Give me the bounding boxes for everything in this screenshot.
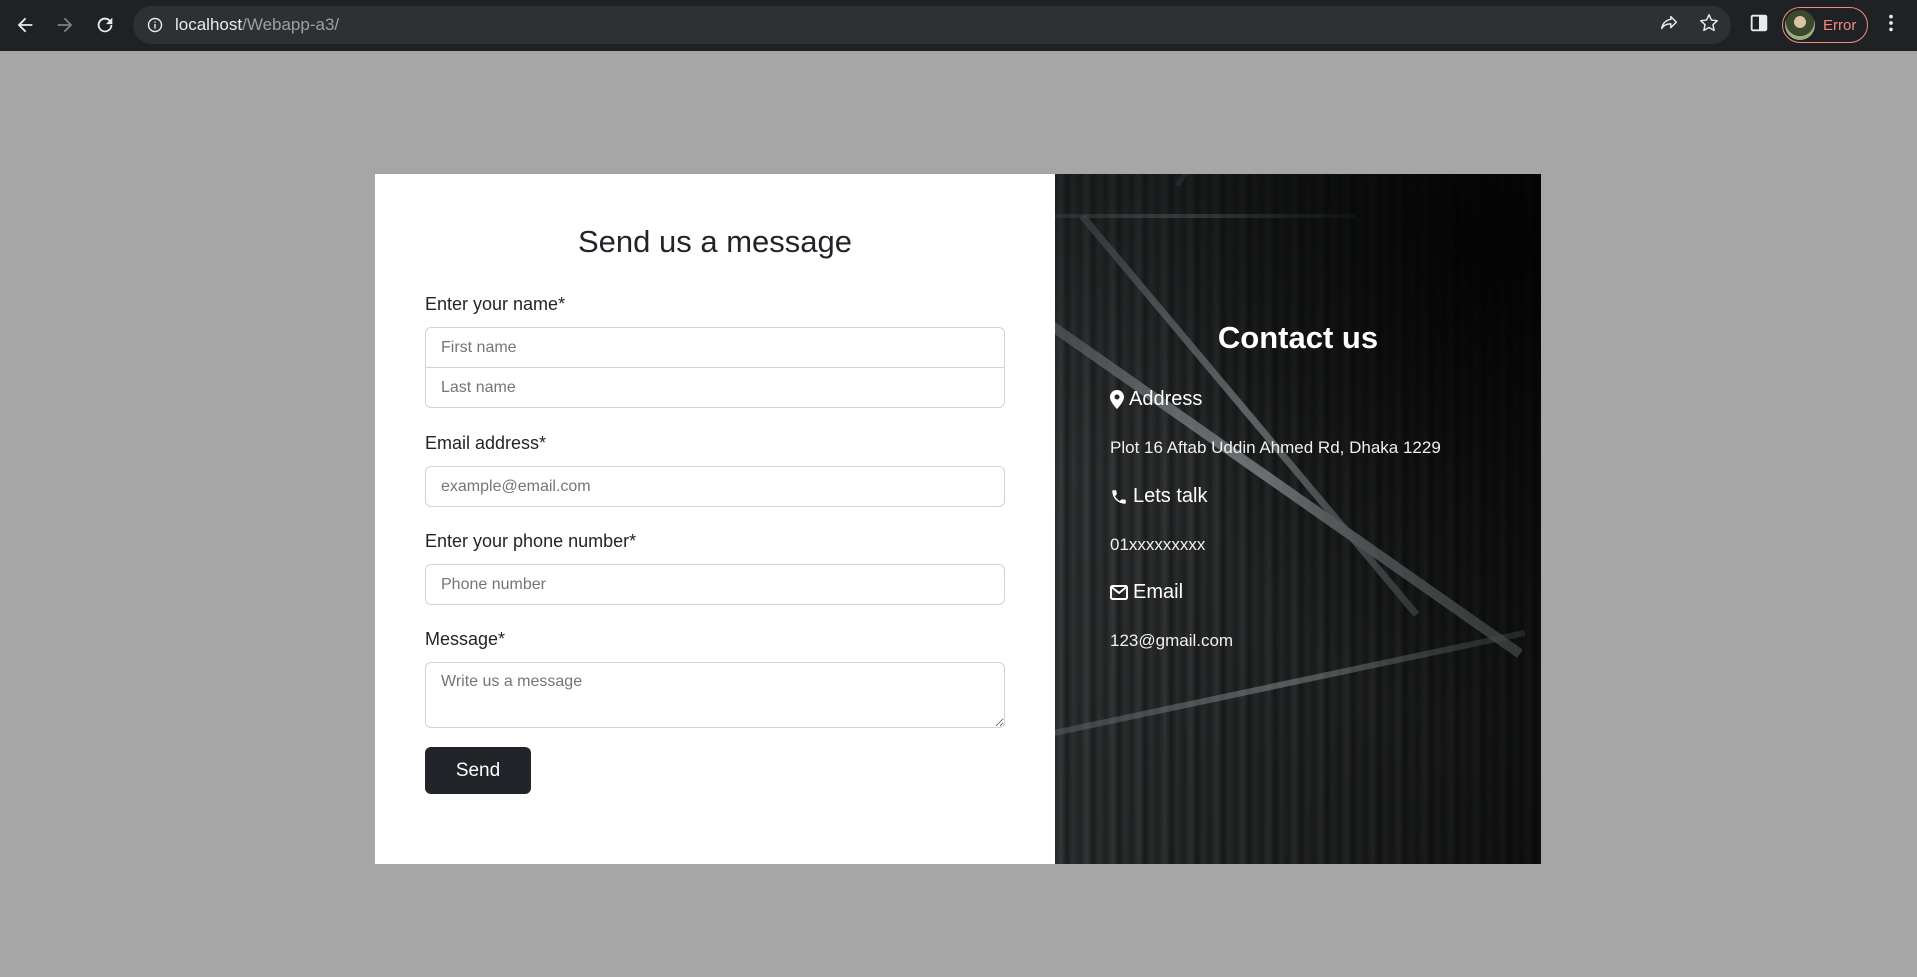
- envelope-icon: [1110, 585, 1128, 600]
- send-button[interactable]: Send: [425, 747, 531, 794]
- side-panel-icon[interactable]: [1748, 12, 1770, 34]
- phone-heading: Lets talk: [1110, 485, 1207, 508]
- contact-title: Contact us: [1217, 320, 1379, 355]
- phone-input[interactable]: [425, 564, 1005, 605]
- message-form: Send us a message Enter your name* Email…: [375, 174, 1055, 864]
- message-label: Message*: [425, 629, 506, 649]
- address-bar[interactable]: localhost/Webapp-a3/: [133, 6, 1731, 44]
- message-textarea[interactable]: [425, 662, 1005, 728]
- address-value: Plot 16 Aftab Uddin Ahmed Rd, Dhaka 1229: [1110, 438, 1441, 457]
- phone-value: 01xxxxxxxxx: [1110, 535, 1206, 554]
- address-heading-label: Address: [1129, 388, 1203, 410]
- profile-status-label: Error: [1823, 16, 1857, 34]
- background-photo: Contact us Address Plot 16 Aftab Uddin A…: [1055, 174, 1541, 864]
- name-label: Enter your name*: [425, 294, 566, 314]
- contact-info: Contact us Address Plot 16 Aftab Uddin A…: [1055, 174, 1541, 864]
- forward-arrow-icon[interactable]: [53, 13, 77, 37]
- profile-error-button[interactable]: Error: [1782, 7, 1868, 43]
- url-text[interactable]: localhost/Webapp-a3/: [175, 15, 339, 35]
- address-heading: Address: [1110, 388, 1202, 411]
- last-name-input[interactable]: [425, 367, 1005, 408]
- email-label: Email address*: [425, 433, 547, 453]
- reload-icon[interactable]: [93, 13, 117, 37]
- email-value: 123@gmail.com: [1110, 631, 1234, 650]
- url-path: /Webapp-a3/: [242, 15, 340, 34]
- url-host: localhost: [175, 15, 243, 34]
- email-input[interactable]: [425, 466, 1005, 507]
- bookmark-star-icon[interactable]: [1698, 12, 1720, 34]
- browser-toolbar: localhost/Webapp-a3/ Error: [0, 0, 1917, 51]
- phone-heading-label: Lets talk: [1133, 485, 1208, 507]
- first-name-input[interactable]: [425, 327, 1005, 368]
- email-heading: Email: [1110, 581, 1183, 604]
- kebab-menu-icon[interactable]: [1880, 12, 1902, 34]
- contact-card: Send us a message Enter your name* Email…: [375, 174, 1541, 864]
- phone-icon: [1112, 489, 1126, 504]
- avatar: [1785, 10, 1815, 40]
- form-title: Send us a message: [577, 224, 852, 259]
- map-pin-icon: [1110, 390, 1124, 409]
- share-icon[interactable]: [1658, 12, 1680, 34]
- site-info-icon[interactable]: [147, 17, 163, 33]
- phone-label: Enter your phone number*: [425, 531, 637, 551]
- back-arrow-icon[interactable]: [13, 13, 37, 37]
- email-heading-label: Email: [1133, 581, 1184, 603]
